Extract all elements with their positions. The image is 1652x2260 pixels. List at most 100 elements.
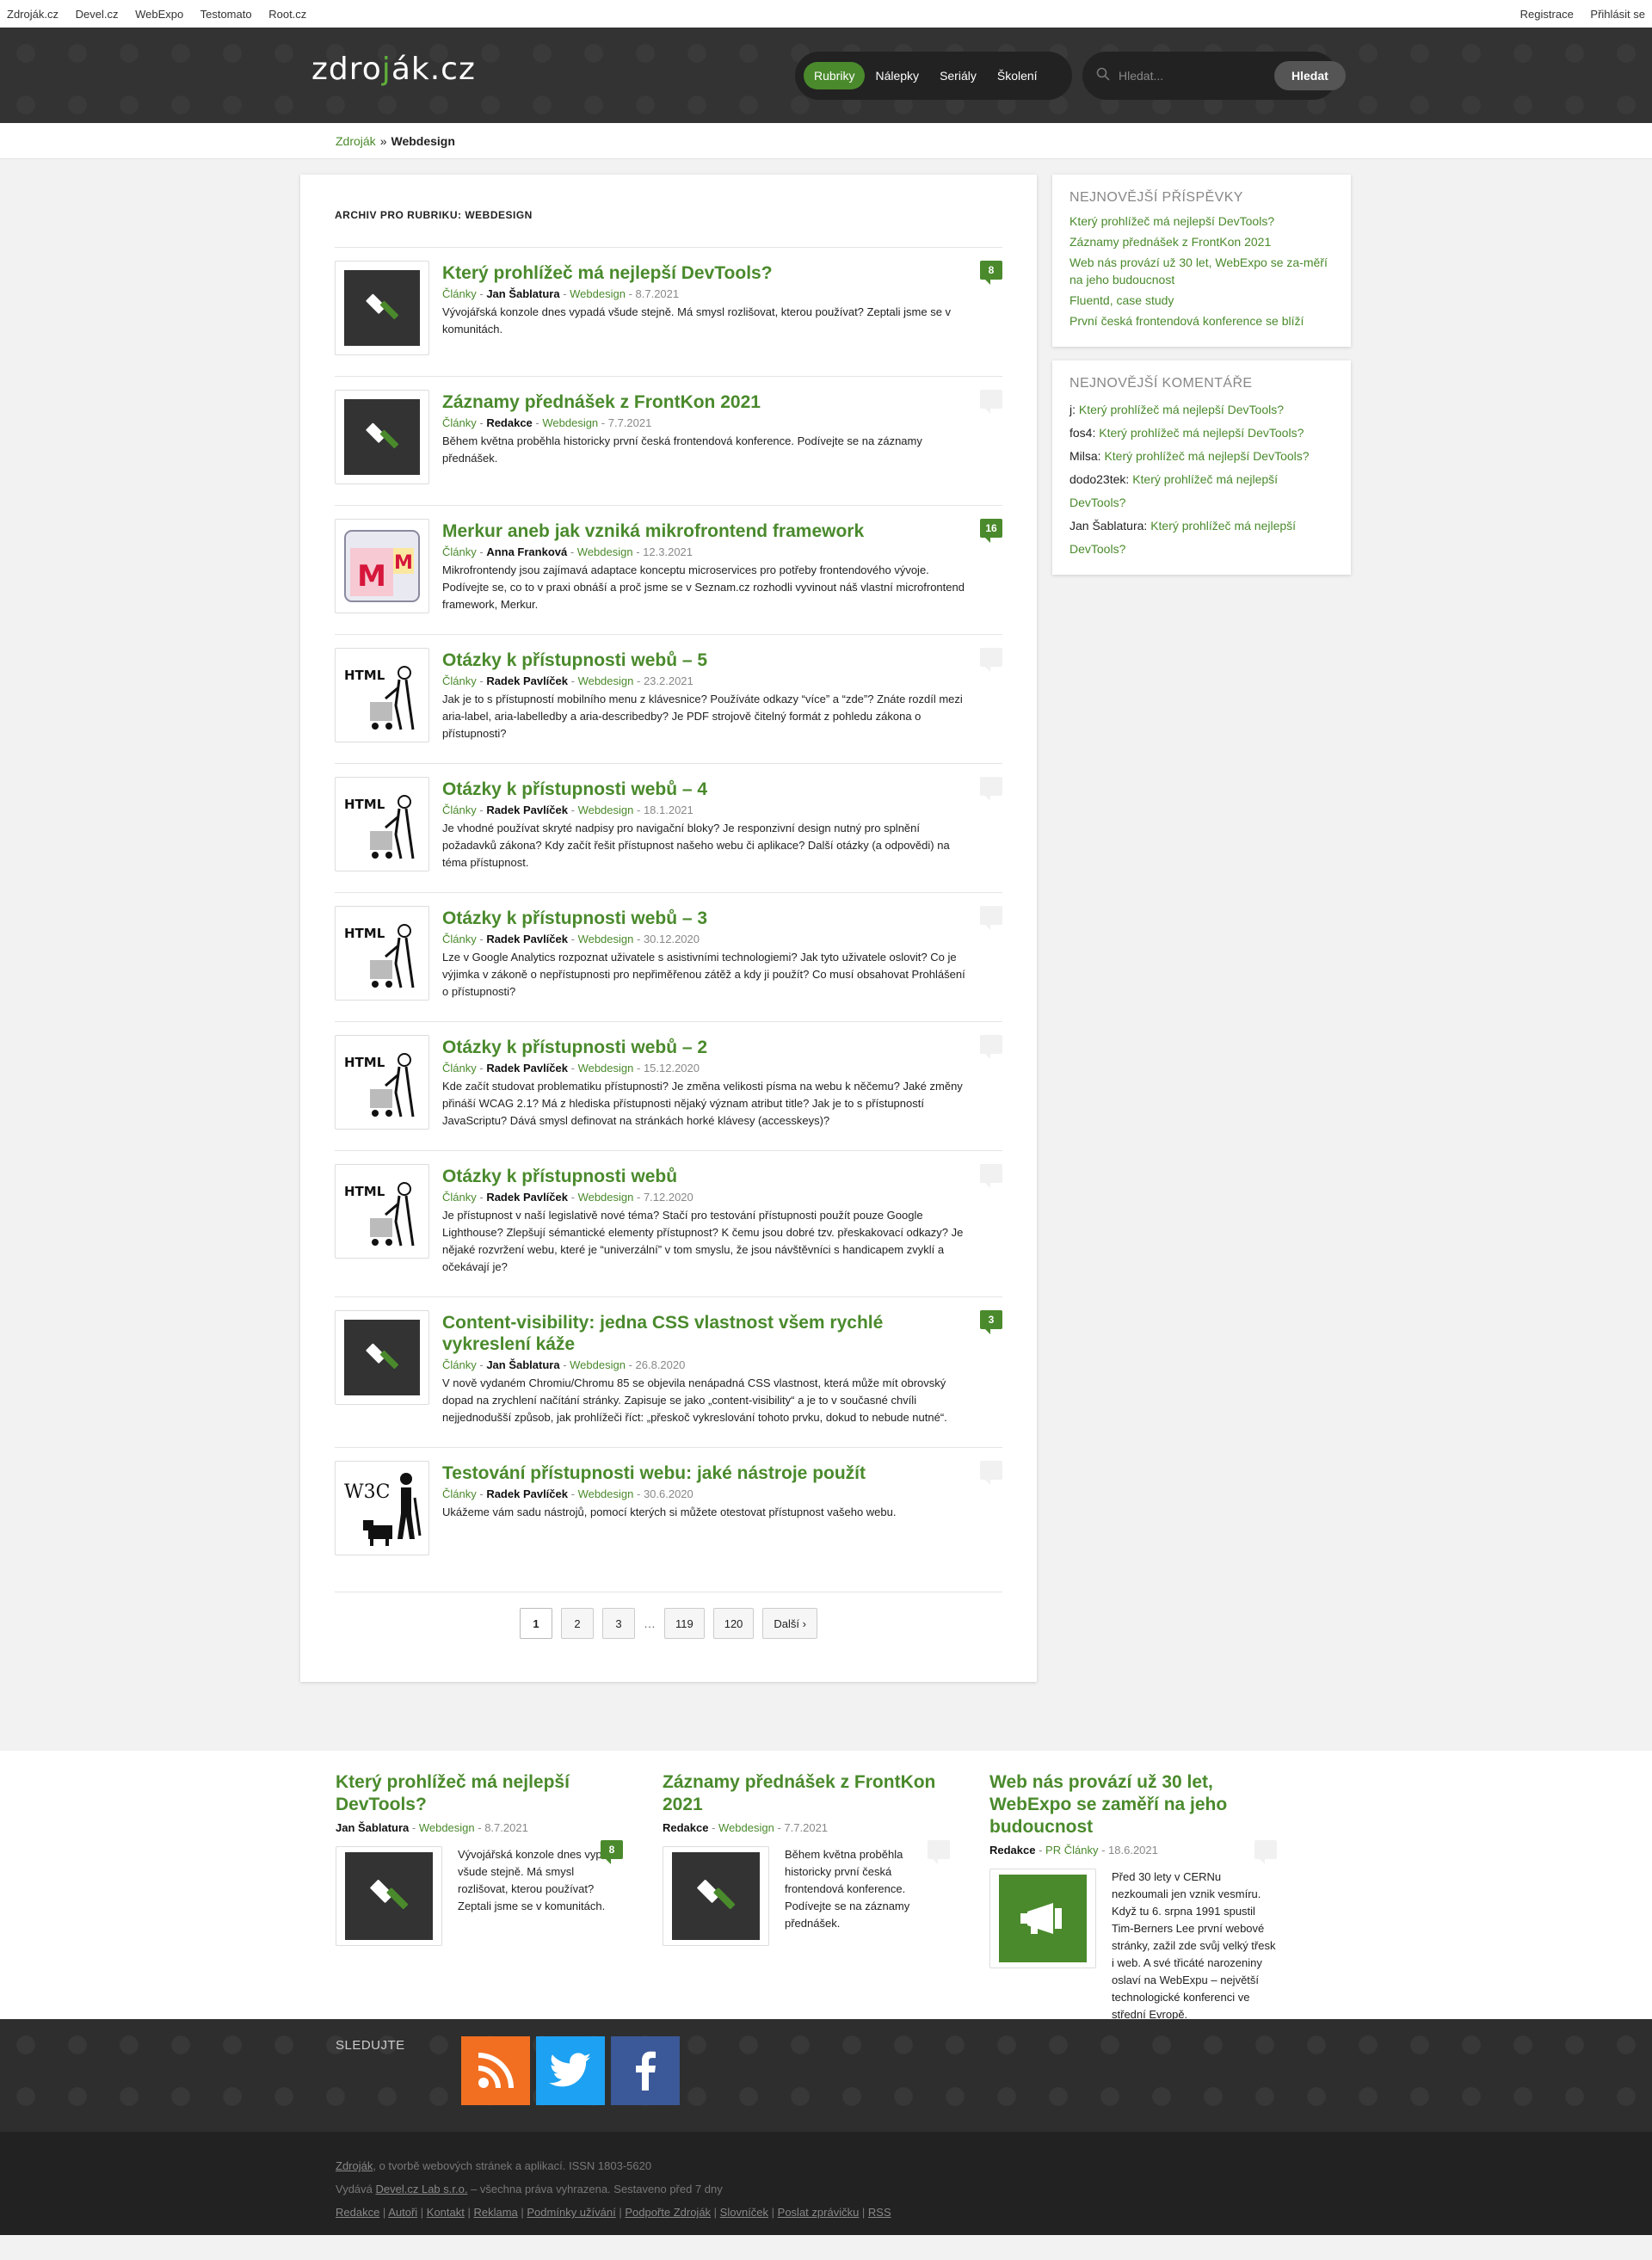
article-thumbnail[interactable] [335,390,429,484]
article-tag[interactable]: Webdesign [570,287,626,300]
article-thumbnail[interactable]: MM [335,519,429,613]
nav-item-skoleni[interactable]: Školení [987,62,1048,89]
network-link[interactable]: Devel.cz [76,8,119,21]
featured-title[interactable]: Záznamy přednášek z FrontKon 2021 [663,1771,950,1816]
footer-link[interactable]: RSS [868,2206,891,2219]
featured-thumbnail[interactable] [663,1846,769,1946]
article-author[interactable]: Radek Pavlíček [486,1062,568,1075]
twitter-icon[interactable] [536,2036,605,2105]
featured-tag[interactable]: Webdesign [718,1821,774,1834]
article-tag[interactable]: Webdesign [578,1191,634,1204]
article-author[interactable]: Redakce [486,416,532,429]
comment-count-badge[interactable] [980,648,1002,672]
comment-count-badge[interactable] [980,906,1002,930]
article-tag[interactable]: Webdesign [578,804,634,816]
comment-count-badge[interactable]: 8 [601,1840,623,1864]
article-title[interactable]: Otázky k přístupnosti webů – 3 [442,908,968,929]
article-category[interactable]: Články [442,1062,477,1075]
page-button[interactable]: 3 [601,1608,635,1639]
latest-post-link[interactable]: Web nás provází už 30 let, WebExpo se za… [1069,254,1334,288]
page-button[interactable]: 119 [663,1608,705,1639]
footer-link[interactable]: Podmínky užívání [527,2206,615,2219]
article-category[interactable]: Články [442,545,477,558]
article-tag[interactable]: Webdesign [578,933,634,945]
article-title[interactable]: Otázky k přístupnosti webů – 5 [442,650,968,671]
article-title[interactable]: Záznamy přednášek z FrontKon 2021 [442,391,968,413]
featured-tag[interactable]: PR Články [1045,1844,1098,1857]
facebook-icon[interactable] [611,2036,680,2105]
comment-count-badge[interactable]: 3 [980,1310,1002,1334]
article-category[interactable]: Články [442,674,477,687]
article-thumbnail[interactable]: HTML [335,648,429,742]
footer-link[interactable]: Podpořte Zdroják [625,2206,711,2219]
footer-link[interactable]: Slovníček [720,2206,768,2219]
article-author[interactable]: Radek Pavlíček [486,674,568,687]
search-input[interactable] [1119,69,1274,83]
comment-count-badge[interactable]: 16 [980,519,1002,543]
article-category[interactable]: Články [442,1487,477,1500]
article-tag[interactable]: Webdesign [578,1062,634,1075]
comment-post-link[interactable]: Který prohlížeč má nejlepší DevTools? [1079,403,1284,416]
comment-count-badge[interactable] [980,1461,1002,1485]
article-category[interactable]: Články [442,804,477,816]
article-category[interactable]: Články [442,1191,477,1204]
publisher-link[interactable]: Devel.cz Lab s.r.o. [376,2183,468,2195]
article-author[interactable]: Jan Šablatura [486,1358,559,1371]
next-page-button[interactable]: Další › [762,1608,818,1639]
article-tag[interactable]: Webdesign [542,416,598,429]
network-link[interactable]: Root.cz [268,8,306,21]
network-link[interactable]: Zdroják.cz [7,8,59,21]
nav-item-nalepky[interactable]: Nálepky [865,62,929,89]
article-thumbnail[interactable]: W3C [335,1461,429,1555]
article-thumbnail[interactable] [335,1310,429,1405]
login-link[interactable]: Přihlásit se [1590,8,1645,21]
featured-author[interactable]: Redakce [989,1844,1035,1857]
article-thumbnail[interactable]: HTML [335,777,429,871]
article-category[interactable]: Články [442,416,477,429]
article-title[interactable]: Otázky k přístupnosti webů [442,1166,968,1187]
article-title[interactable]: Content-visibility: jedna CSS vlastnost … [442,1312,968,1355]
page-button[interactable]: 120 [712,1608,755,1639]
footer-link[interactable]: Kontakt [427,2206,465,2219]
article-tag[interactable]: Webdesign [578,1487,634,1500]
latest-post-link[interactable]: Fluentd, case study [1069,292,1334,309]
article-title[interactable]: Testování přístupnosti webu: jaké nástro… [442,1463,968,1484]
article-category[interactable]: Články [442,1358,477,1371]
comment-count-badge[interactable] [980,1164,1002,1188]
article-category[interactable]: Články [442,287,477,300]
footer-home-link[interactable]: Zdroják [336,2159,373,2172]
comment-count-badge[interactable] [1254,1840,1277,1864]
network-link[interactable]: WebExpo [135,8,183,21]
featured-author[interactable]: Redakce [663,1821,708,1834]
article-author[interactable]: Anna Franková [486,545,567,558]
register-link[interactable]: Registrace [1520,8,1574,21]
rss-icon[interactable] [461,2036,530,2105]
comment-count-badge[interactable] [980,390,1002,414]
nav-item-rubriky[interactable]: Rubriky [804,62,866,89]
article-title[interactable]: Který prohlížeč má nejlepší DevTools? [442,262,968,284]
comment-post-link[interactable]: Který prohlížeč má nejlepší DevTools? [1104,449,1309,463]
featured-title[interactable]: Který prohlížeč má nejlepší DevTools? [336,1771,623,1816]
featured-thumbnail[interactable] [989,1869,1096,1968]
article-author[interactable]: Radek Pavlíček [486,1487,568,1500]
article-title[interactable]: Merkur aneb jak vzniká mikrofrontend fra… [442,520,968,542]
article-title[interactable]: Otázky k přístupnosti webů – 4 [442,779,968,800]
article-author[interactable]: Radek Pavlíček [486,1191,568,1204]
featured-author[interactable]: Jan Šablatura [336,1821,409,1834]
footer-link[interactable]: Poslat zprávičku [778,2206,860,2219]
footer-link[interactable]: Redakce [336,2206,379,2219]
article-thumbnail[interactable]: HTML [335,906,429,1001]
latest-post-link[interactable]: První česká frontendová konference se bl… [1069,312,1334,329]
article-title[interactable]: Otázky k přístupnosti webů – 2 [442,1037,968,1058]
search-button[interactable]: Hledat [1274,61,1346,90]
article-thumbnail[interactable] [335,261,429,355]
article-tag[interactable]: Webdesign [577,545,633,558]
nav-item-serialy[interactable]: Seriály [929,62,987,89]
footer-link[interactable]: Reklama [473,2206,517,2219]
latest-post-link[interactable]: Záznamy přednášek z FrontKon 2021 [1069,233,1334,250]
comment-post-link[interactable]: Který prohlížeč má nejlepší DevTools? [1099,426,1304,440]
article-author[interactable]: Radek Pavlíček [486,933,568,945]
article-thumbnail[interactable]: HTML [335,1035,429,1130]
article-author[interactable]: Jan Šablatura [486,287,559,300]
article-thumbnail[interactable]: HTML [335,1164,429,1259]
